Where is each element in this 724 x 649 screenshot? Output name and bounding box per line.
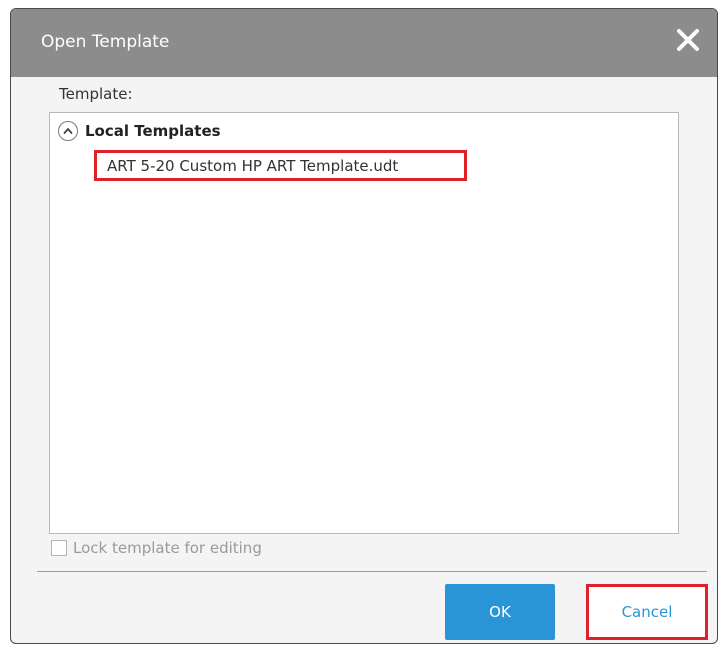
template-label: Template: bbox=[59, 85, 133, 103]
open-template-dialog: Open Template Template: Local Templates … bbox=[10, 8, 718, 644]
lock-template-checkbox[interactable] bbox=[51, 540, 67, 556]
lock-template-label: Lock template for editing bbox=[73, 539, 262, 557]
footer-divider bbox=[37, 571, 707, 572]
ok-button[interactable]: OK bbox=[445, 584, 555, 640]
dialog-title: Open Template bbox=[41, 32, 170, 52]
cancel-button[interactable]: Cancel bbox=[586, 584, 708, 640]
lock-template-row[interactable]: Lock template for editing bbox=[51, 539, 262, 557]
close-icon bbox=[677, 29, 699, 51]
close-button[interactable] bbox=[673, 25, 703, 55]
group-label: Local Templates bbox=[85, 122, 221, 140]
dialog-titlebar[interactable]: Open Template bbox=[11, 9, 717, 77]
group-header-local-templates[interactable]: Local Templates bbox=[58, 121, 221, 141]
chevron-up-circle-icon[interactable] bbox=[58, 121, 78, 141]
template-item[interactable]: ART 5-20 Custom HP ART Template.udt bbox=[94, 150, 467, 181]
template-list[interactable]: Local Templates ART 5-20 Custom HP ART T… bbox=[49, 112, 679, 534]
